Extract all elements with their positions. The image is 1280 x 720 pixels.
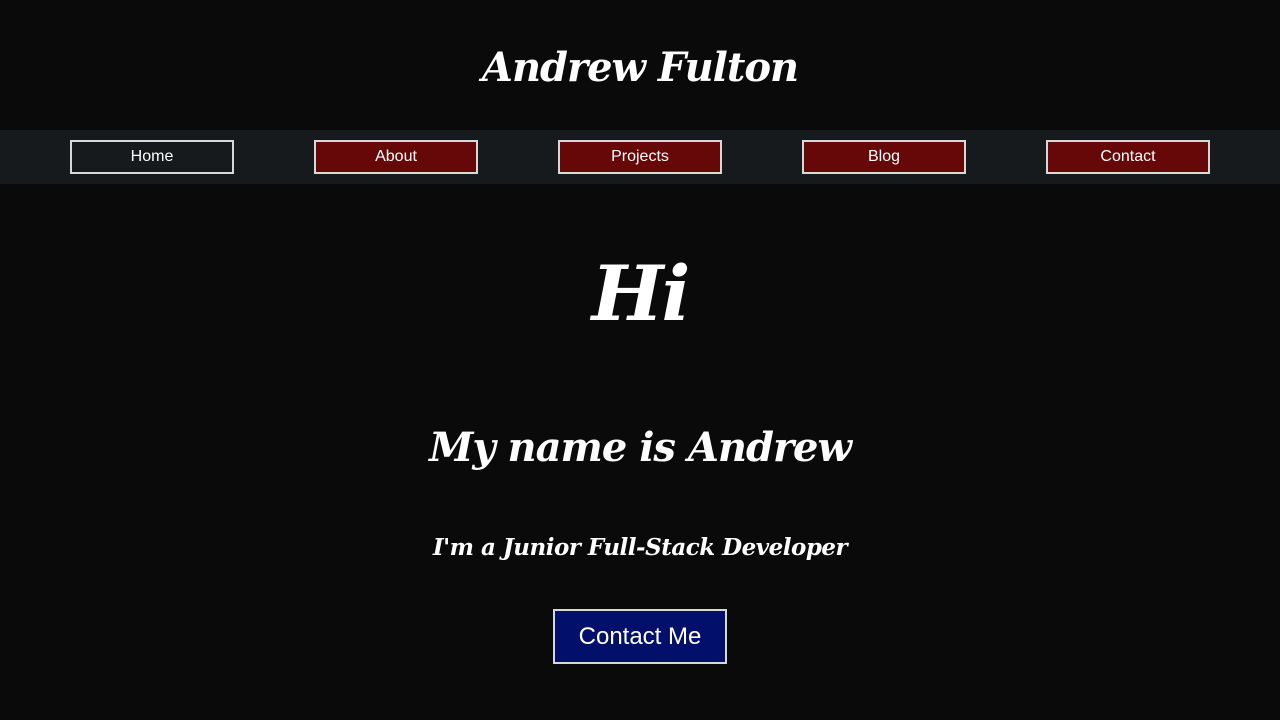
nav-contact-button[interactable]: Contact bbox=[1046, 140, 1210, 174]
hero-section: Hi My name is Andrew I'm a Junior Full-S… bbox=[0, 184, 1280, 720]
contact-me-button[interactable]: Contact Me bbox=[553, 609, 727, 664]
hero-greeting: Hi bbox=[591, 249, 691, 338]
site-title: Andrew Fulton bbox=[481, 43, 799, 91]
nav-blog-button[interactable]: Blog bbox=[802, 140, 966, 174]
site-header: Andrew Fulton bbox=[0, 0, 1280, 130]
nav-home-button[interactable]: Home bbox=[70, 140, 234, 174]
hero-role-line: I'm a Junior Full-Stack Developer bbox=[432, 534, 848, 561]
nav-about-button[interactable]: About bbox=[314, 140, 478, 174]
nav-projects-button[interactable]: Projects bbox=[558, 140, 722, 174]
nav-bar: Home About Projects Blog Contact bbox=[0, 130, 1280, 184]
hero-name-line: My name is Andrew bbox=[429, 424, 852, 471]
